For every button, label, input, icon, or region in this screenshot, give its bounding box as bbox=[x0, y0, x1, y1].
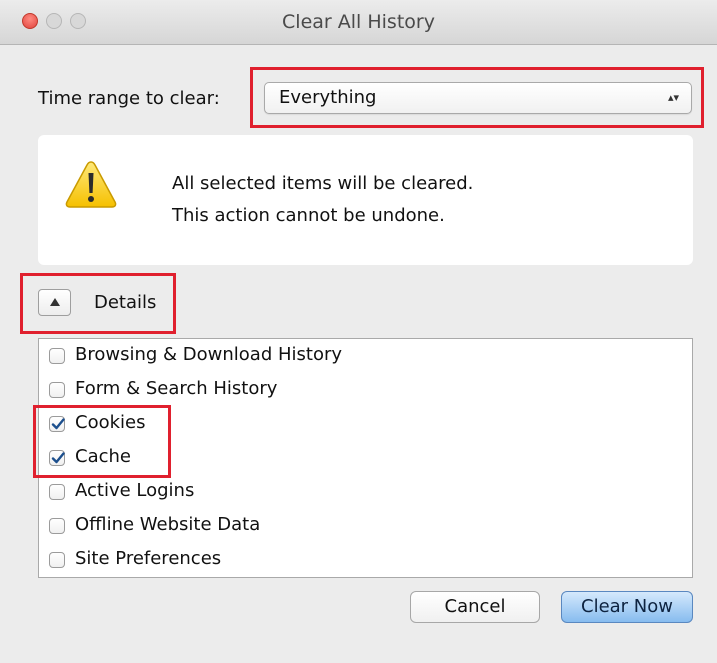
cancel-button[interactable]: Cancel bbox=[410, 591, 540, 623]
item-label: Active Logins bbox=[75, 480, 195, 501]
annotation-highlight-details bbox=[20, 273, 176, 334]
warning-triangle-icon bbox=[65, 161, 117, 208]
checkbox[interactable] bbox=[49, 382, 65, 398]
annotation-highlight-cookies-cache bbox=[33, 405, 171, 478]
title-bar: Clear All History bbox=[0, 0, 717, 45]
time-range-label: Time range to clear: bbox=[38, 88, 220, 109]
list-item-site-preferences[interactable]: Site Preferences bbox=[39, 543, 679, 577]
checkbox[interactable] bbox=[49, 518, 65, 534]
annotation-highlight-time-range bbox=[250, 67, 704, 128]
clear-history-dialog: Clear All History Time range to clear: E… bbox=[0, 0, 717, 663]
item-label: Site Preferences bbox=[75, 548, 222, 569]
checkbox[interactable] bbox=[49, 348, 65, 364]
list-item-offline-website-data[interactable]: Offline Website Data bbox=[39, 509, 679, 543]
warning-line-1: All selected items will be cleared. bbox=[172, 173, 474, 194]
checkbox[interactable] bbox=[49, 484, 65, 500]
warning-panel: All selected items will be cleared. This… bbox=[38, 135, 693, 265]
item-label: Form & Search History bbox=[75, 378, 278, 399]
list-item-form-search-history[interactable]: Form & Search History bbox=[39, 373, 679, 407]
window-title: Clear All History bbox=[282, 11, 435, 33]
item-label: Browsing & Download History bbox=[75, 344, 343, 365]
item-label: Offline Website Data bbox=[75, 514, 261, 535]
warning-line-2: This action cannot be undone. bbox=[172, 205, 445, 226]
clear-now-button[interactable]: Clear Now bbox=[561, 591, 693, 623]
list-item-active-logins[interactable]: Active Logins bbox=[39, 475, 679, 509]
list-item-browsing-download-history[interactable]: Browsing & Download History bbox=[39, 339, 679, 373]
checkbox[interactable] bbox=[49, 552, 65, 568]
